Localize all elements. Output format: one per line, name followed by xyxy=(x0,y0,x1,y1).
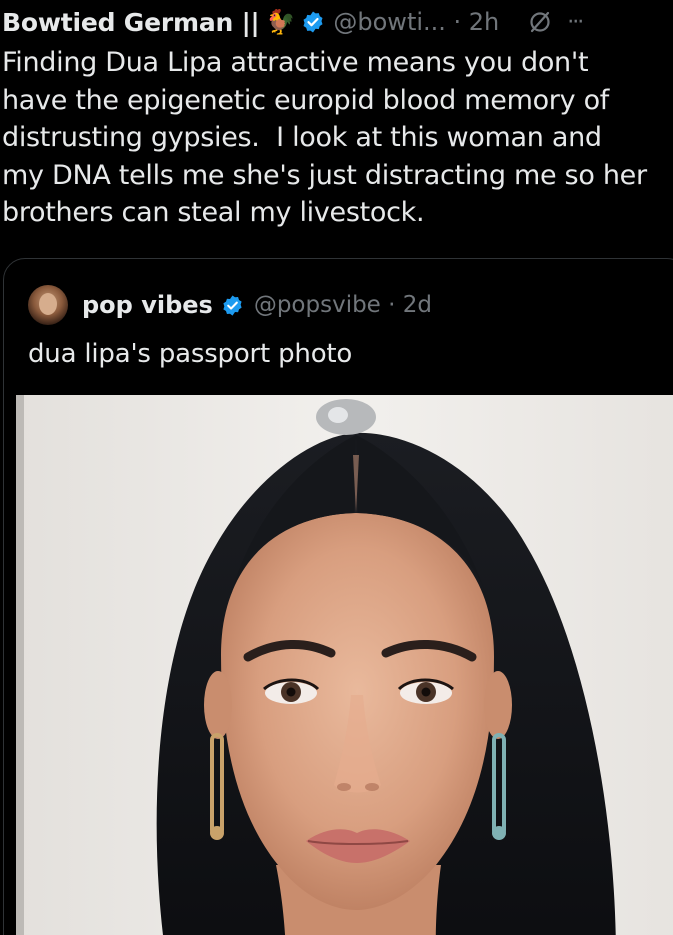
quoted-tweet-photo[interactable] xyxy=(16,395,673,935)
quoted-author-handle-time[interactable]: @popsvibe · 2d xyxy=(254,292,432,318)
quoted-author-display-name[interactable]: pop vibes xyxy=(82,291,213,319)
tweet-body-text: Finding Dua Lipa attractive means you do… xyxy=(2,47,647,228)
grok-slash-icon[interactable] xyxy=(527,9,553,35)
verified-badge-icon xyxy=(303,11,323,33)
author-display-name[interactable]: Bowtied German || xyxy=(2,8,260,37)
rooster-emoji-icon: 🐓 xyxy=(265,8,296,36)
quoted-author-avatar[interactable] xyxy=(28,285,68,325)
author-handle-time[interactable]: @bowti... · 2h xyxy=(333,8,499,36)
quoted-tweet-text: dua lipa's passport photo xyxy=(28,339,353,369)
quoted-tweet-header: pop vibes @popsvibe · 2d xyxy=(28,283,432,327)
quoted-tweet-card[interactable]: pop vibes @popsvibe · 2d dua lipa's pass… xyxy=(3,258,673,935)
verified-badge-icon xyxy=(223,294,242,316)
portrait-illustration xyxy=(16,395,673,935)
tweet-screen: Bowtied German || 🐓 @bowti... · 2h ··· F… xyxy=(0,0,673,935)
tweet-header: Bowtied German || 🐓 @bowti... · 2h ··· xyxy=(2,2,673,42)
more-dots-icon[interactable]: ··· xyxy=(567,10,584,35)
